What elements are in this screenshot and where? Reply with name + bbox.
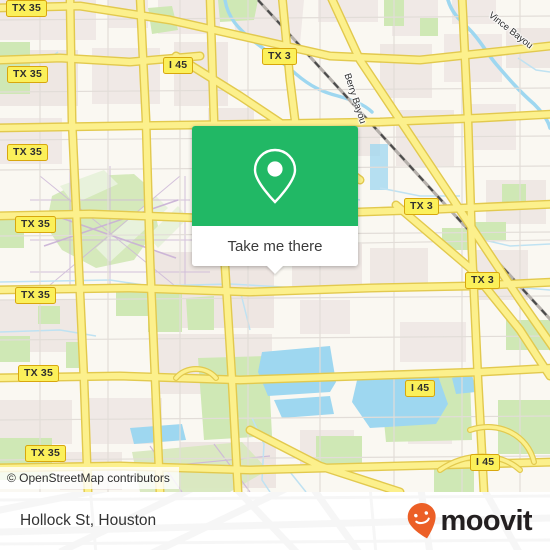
road-shield: TX 35	[15, 216, 57, 233]
road-shield: TX 35	[18, 365, 60, 382]
map-pin-icon	[253, 148, 297, 204]
road-shield: TX 35	[6, 0, 48, 17]
moovit-pin-icon	[407, 503, 436, 539]
road-shield: TX 3	[262, 48, 297, 65]
location-popup-card[interactable]: Take me there	[192, 126, 358, 274]
moovit-map-screen: TX 35 I 45 TX 3 TX 35 TX 35 TX 3 TX 35 T…	[0, 0, 550, 550]
footer-bar: Hollock St, Houston moovit	[0, 492, 550, 550]
place-name-label: Hollock St, Houston	[20, 512, 157, 529]
moovit-logo[interactable]: moovit	[405, 501, 533, 541]
road-shield: I 45	[470, 454, 501, 471]
road-shield: TX 3	[404, 198, 439, 215]
road-shield: TX 3	[465, 272, 500, 289]
take-me-there-button[interactable]: Take me there	[192, 226, 358, 274]
map-viewport[interactable]: TX 35 I 45 TX 3 TX 35 TX 35 TX 3 TX 35 T…	[0, 0, 550, 492]
take-me-there-label: Take me there	[227, 237, 323, 255]
popup-pointer-tail	[266, 265, 284, 274]
road-shield: I 45	[163, 57, 194, 74]
attribution-text: © OpenStreetMap contributors	[7, 471, 170, 485]
map-attribution[interactable]: © OpenStreetMap contributors	[0, 467, 179, 489]
road-shield: TX 35	[15, 287, 57, 304]
road-shield: I 45	[405, 380, 436, 397]
road-shield: TX 35	[7, 66, 49, 83]
road-shield: TX 35	[25, 445, 67, 462]
road-shield: TX 35	[7, 144, 49, 161]
popup-pin-area	[192, 126, 358, 226]
moovit-wordmark: moovit	[440, 504, 533, 537]
